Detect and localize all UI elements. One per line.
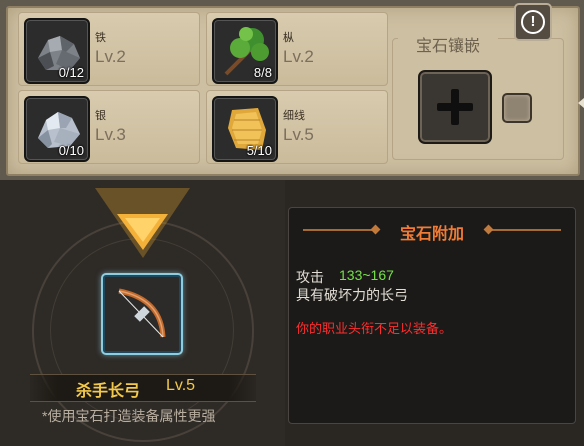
material-level: Lv.2: [95, 47, 126, 66]
material-quantity: 0/10: [58, 143, 84, 158]
material-level: Lv.5: [283, 125, 314, 144]
longbow-icon: [118, 288, 166, 338]
equip-warning: 你的职业头衔不足以装备。: [296, 321, 453, 336]
gem-checkbox[interactable]: [502, 93, 532, 123]
material-name: 细线: [283, 110, 305, 122]
equipment-level: Lv.5: [166, 377, 196, 394]
material-card-thread[interactable]: 5/10 细线 Lv.5: [206, 90, 388, 164]
attack-value: 133~167: [339, 267, 394, 283]
add-gem-button[interactable]: [418, 70, 492, 144]
material-slot[interactable]: 8/8: [212, 18, 278, 84]
equipment-slot[interactable]: [101, 273, 183, 355]
attack-label: 攻击: [296, 269, 324, 285]
gem-hint-text: *使用宝石打造装备属性更强: [42, 408, 216, 424]
equipment-name-bar: [30, 374, 256, 402]
material-name: 铁: [95, 32, 106, 44]
material-level: Lv.3: [95, 125, 126, 144]
gem-bonus-panel: 宝石附加 攻击 133~167 具有破坏力的长弓 你的职业头衔不足以装备。: [288, 207, 576, 424]
material-name: 银: [95, 110, 106, 122]
gem-bonus-title: 宝石附加: [399, 226, 464, 243]
material-slot[interactable]: 0/10: [24, 96, 90, 162]
info-button[interactable]: !: [514, 3, 552, 41]
material-level: Lv.2: [283, 47, 314, 66]
material-card-iron[interactable]: 0/12 铁 Lv.2: [18, 12, 200, 86]
material-quantity: 8/8: [253, 65, 272, 80]
material-panel-frame: 0/12 铁 Lv.2 8/8 枞 Lv.2 0/10 银 Lv.3 5/10 …: [0, 0, 584, 180]
material-name: 枞: [283, 32, 294, 44]
info-icon: !: [521, 10, 545, 34]
down-arrow-icon: [95, 188, 190, 258]
material-slot[interactable]: 0/12: [24, 18, 90, 84]
material-slot[interactable]: 5/10: [212, 96, 278, 162]
material-quantity: 5/10: [246, 143, 272, 158]
equipment-name: 杀手长弓: [76, 383, 141, 400]
gem-socket-title: 宝石镶嵌: [398, 32, 498, 56]
material-card-silver[interactable]: 0/10 银 Lv.3: [18, 90, 200, 164]
material-quantity: 0/12: [58, 65, 84, 80]
panel-arrow-icon: [578, 98, 584, 108]
equipment-description: 具有破坏力的长弓: [296, 287, 408, 303]
material-card-fir[interactable]: 8/8 枞 Lv.2: [206, 12, 388, 86]
